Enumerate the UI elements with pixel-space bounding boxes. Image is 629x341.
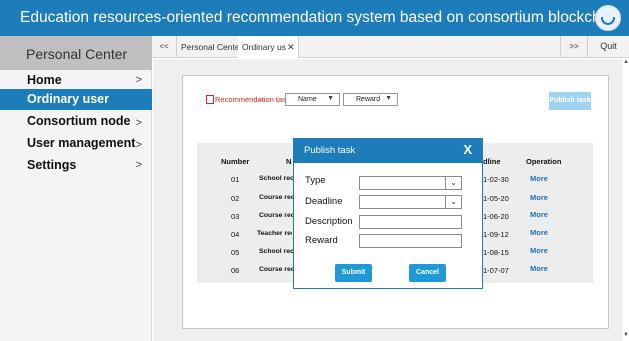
app-window: Education resources-oriented recommendat… — [0, 0, 629, 341]
chevron-right-icon: > — [135, 117, 142, 129]
chevron-right-icon: > — [135, 74, 142, 86]
dialog-close-button[interactable]: X — [463, 142, 472, 157]
tab-label: Personal Center — [181, 42, 243, 52]
chevron-down-icon: ⌄ — [445, 196, 461, 208]
sidebar-title: Personal Center — [0, 36, 152, 70]
tab-ordinary-user[interactable]: Ordinary us✕ — [238, 36, 300, 58]
cancel-button[interactable]: Cancel — [409, 264, 446, 282]
sidebar-item-settings[interactable]: Settings > — [0, 155, 152, 176]
reward-label: Reward — [305, 235, 338, 246]
tab-scroll-prev-button[interactable]: << — [152, 36, 177, 58]
app-title: Education resources-oriented recommendat… — [20, 9, 622, 26]
reward-select[interactable]: Reward ▼ — [343, 93, 398, 106]
cell-name: School reco — [259, 248, 294, 255]
cell-name: Course reco — [259, 194, 294, 201]
deadline-select[interactable]: ⌄ — [359, 195, 462, 209]
sidebar-item-label: Settings — [27, 158, 77, 172]
cell-deadline: 1-05-20 — [483, 194, 509, 203]
more-link[interactable]: More — [530, 210, 548, 219]
cell-name: Course reco — [259, 212, 294, 219]
chevron-right-icon: > — [135, 139, 142, 151]
sidebar-item-label: User management — [27, 136, 136, 150]
sidebar: Personal Center Home > Ordinary user Con… — [0, 36, 152, 341]
more-link[interactable]: More — [530, 246, 548, 255]
more-link[interactable]: More — [530, 228, 548, 237]
cell-number: 04 — [231, 230, 240, 239]
cell-name: School reco — [259, 175, 294, 182]
description-label: Description — [305, 216, 353, 227]
publish-task-dialog: Publish task X Type ⌄ Deadline ⌄ Descrip… — [293, 138, 483, 289]
type-label: Type — [305, 175, 326, 186]
more-link[interactable]: More — [530, 264, 548, 273]
chevron-right-icon: > — [135, 159, 142, 171]
cell-deadline: 1-07-07 — [483, 266, 509, 275]
cell-name: Course reco — [259, 266, 294, 273]
description-field[interactable] — [359, 215, 462, 229]
caret-down-icon: ▼ — [385, 95, 392, 102]
sidebar-item-home[interactable]: Home > — [0, 70, 152, 91]
recommendation-checkbox[interactable] — [206, 95, 214, 104]
name-select-value: Name — [298, 96, 317, 103]
reward-select-value: Reward — [356, 96, 381, 103]
table-header-operation: Operation — [526, 157, 562, 166]
blockchain-logo-icon[interactable] — [595, 5, 621, 31]
app-header: Education resources-oriented recommendat… — [0, 0, 629, 36]
dialog-title: Publish task — [304, 145, 356, 156]
cell-name: Teacher reco — [257, 230, 292, 237]
sidebar-item-label: Home — [27, 73, 62, 87]
cell-number: 02 — [231, 194, 240, 203]
cell-number: 06 — [231, 266, 240, 275]
reward-field[interactable] — [359, 234, 462, 248]
sidebar-item-consortium-node[interactable]: Consortium node > — [0, 111, 152, 132]
recommendation-tasks-label: Recommendation tasks — [215, 95, 294, 104]
cell-number: 01 — [231, 175, 240, 184]
caret-down-icon: ▼ — [327, 95, 334, 102]
sidebar-item-ordinary-user[interactable]: Ordinary user — [0, 89, 152, 110]
more-link[interactable]: More — [530, 174, 548, 183]
cell-deadline: 1-09-12 — [483, 230, 509, 239]
cell-deadline: 1-06-20 — [483, 212, 509, 221]
sidebar-item-user-management[interactable]: User management > — [0, 133, 152, 154]
publish-task-button[interactable]: Publish task — [549, 92, 591, 110]
scroll-up-icon[interactable]: ▲ — [623, 59, 629, 69]
tab-label: Ordinary us — [242, 42, 286, 52]
scroll-down-icon[interactable]: ▼ — [623, 332, 629, 341]
cell-number: 05 — [231, 248, 240, 257]
cell-deadline: 1-02-30 — [483, 175, 509, 184]
sidebar-item-label: Ordinary user — [27, 92, 109, 106]
table-header-deadline: dline — [483, 157, 501, 166]
more-link[interactable]: More — [530, 193, 548, 202]
tab-personal-center[interactable]: Personal Center — [177, 36, 248, 58]
cell-number: 03 — [231, 212, 240, 221]
sidebar-item-label: Consortium node — [27, 114, 131, 128]
close-icon[interactable]: ✕ — [287, 42, 295, 52]
table-header-name: N — [286, 157, 292, 166]
chevron-down-icon: ⌄ — [445, 177, 461, 189]
tab-bar: << Personal Center Ordinary us✕ >> Quit — [152, 36, 629, 58]
dialog-header: Publish task X — [294, 139, 482, 163]
quit-button[interactable]: Quit — [588, 36, 629, 58]
table-header-number: Number — [221, 157, 250, 166]
deadline-label: Deadline — [305, 196, 343, 207]
cell-deadline: 1-08-15 — [483, 248, 509, 257]
tab-scroll-next-button[interactable]: >> — [560, 36, 588, 58]
submit-button[interactable]: Submit — [335, 264, 372, 282]
name-select[interactable]: Name ▼ — [285, 93, 340, 106]
type-select[interactable]: ⌄ — [359, 176, 462, 190]
